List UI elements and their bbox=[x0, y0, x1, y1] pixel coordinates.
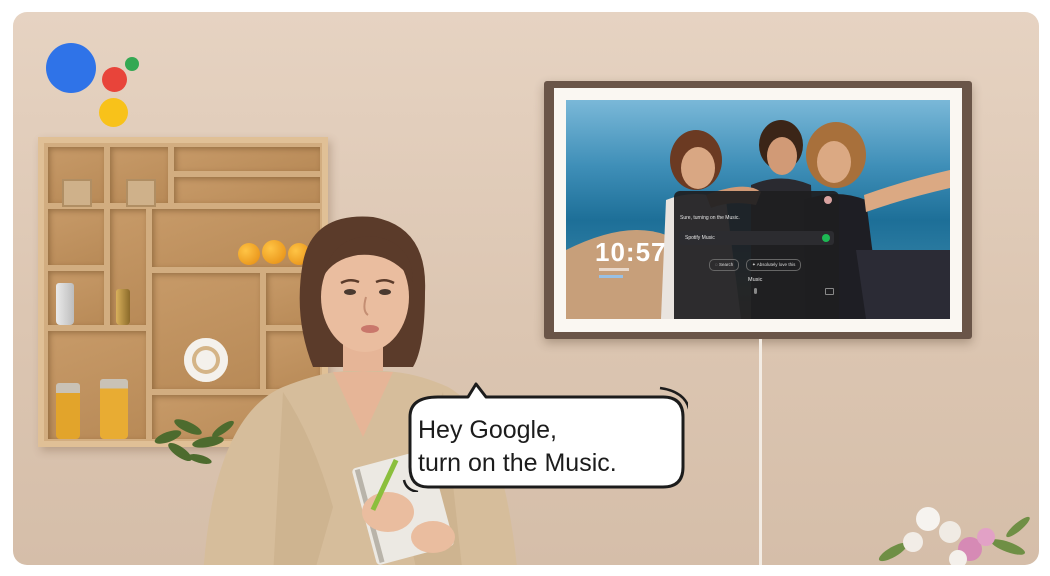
speech-line-1: Hey Google, bbox=[418, 416, 557, 444]
microphone-icon[interactable] bbox=[754, 288, 757, 294]
assistant-response-panel: Sure, turning on the Music. Spotify Musi… bbox=[674, 191, 839, 319]
speech-line-2: turn on the Music. bbox=[418, 449, 617, 477]
speech-bubble-text: Hey Google, turn on the Music. bbox=[418, 414, 678, 480]
wooden-box-decor bbox=[126, 179, 156, 207]
smart-frame-tv: 10:57 Sure, turning on the Music. Spotif… bbox=[544, 81, 972, 339]
small-jar bbox=[56, 283, 74, 325]
sparkle-icon: ✦ bbox=[752, 262, 756, 267]
tv-clock: 10:57 bbox=[595, 237, 667, 267]
wooden-box-decor bbox=[62, 179, 92, 207]
search-chip-button[interactable]: ◌ Search bbox=[709, 259, 740, 271]
keyboard-icon[interactable] bbox=[825, 288, 834, 295]
candle-holder bbox=[116, 289, 130, 325]
love-this-chip-button[interactable]: ✦ Absolutely love this bbox=[746, 259, 802, 271]
music-section-title: Music bbox=[748, 277, 763, 283]
search-icon: ◌ bbox=[715, 262, 718, 267]
photo-scene: 10:57 Sure, turning on the Music. Spotif… bbox=[13, 12, 1039, 565]
honey-jar bbox=[56, 383, 80, 439]
tv-frame-mat: 10:57 Sure, turning on the Music. Spotif… bbox=[554, 88, 962, 332]
flower-bouquet bbox=[878, 507, 1030, 565]
spotify-icon bbox=[822, 234, 830, 242]
assistant-avatar-icon bbox=[824, 196, 832, 204]
tv-screen: 10:57 Sure, turning on the Music. Spotif… bbox=[566, 100, 950, 319]
honey-jar bbox=[100, 379, 128, 439]
music-source-label: Spotify Music bbox=[685, 235, 715, 241]
assistant-response-text: Sure, turning on the Music. bbox=[680, 215, 740, 221]
clock-subtext-placeholder bbox=[599, 268, 629, 271]
clock-subtext-placeholder bbox=[599, 275, 623, 278]
tv-power-cable bbox=[759, 339, 762, 565]
music-source-card[interactable]: Spotify Music bbox=[679, 231, 834, 245]
